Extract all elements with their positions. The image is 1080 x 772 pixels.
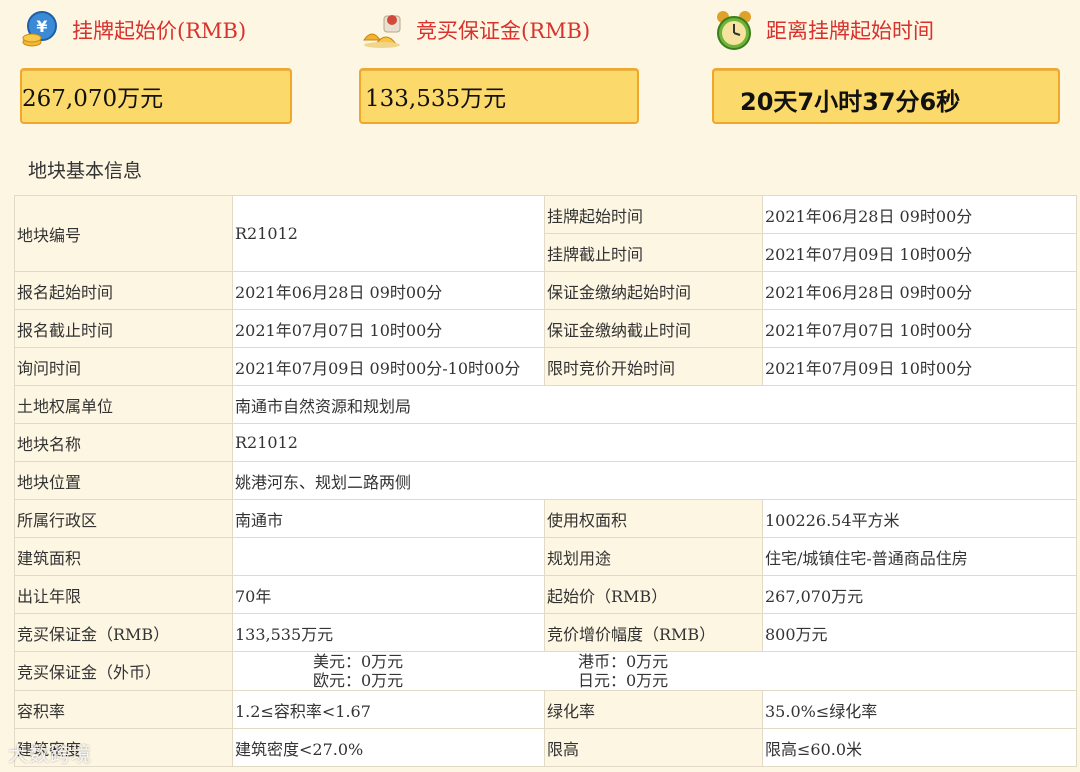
deposit-fx-label: 竞买保证金（外币） bbox=[14, 651, 233, 691]
table-row: 所属行政区 南通市 使用权面积 100226.54平方米 bbox=[14, 499, 1077, 538]
green-value: 35.0%≤绿化率 bbox=[762, 690, 1077, 729]
start-price-header: ¥ 挂牌起始价(RMB) bbox=[18, 8, 246, 52]
deposit-rmb-value: 133,535万元 bbox=[232, 613, 545, 652]
countdown-value: 20天7小时37分6秒 bbox=[740, 87, 961, 116]
listing-end-label: 挂牌截止时间 bbox=[544, 233, 763, 272]
location-label: 地块位置 bbox=[14, 461, 233, 500]
inquiry-label: 询问时间 bbox=[14, 347, 233, 386]
table-row: 建筑面积 规划用途 住宅/城镇住宅-普通商品住房 bbox=[14, 537, 1077, 576]
height-label: 限高 bbox=[544, 728, 763, 767]
deposit-rmb-label: 竞买保证金（RMB） bbox=[14, 613, 233, 652]
listing-end-value: 2021年07月09日 10时00分 bbox=[762, 233, 1077, 272]
location-value: 姚港河东、规划二路两侧 bbox=[232, 461, 1077, 500]
timed-bid-value: 2021年07月09日 10时00分 bbox=[762, 347, 1077, 386]
increment-label: 竞价增价幅度（RMB） bbox=[544, 613, 763, 652]
district-label: 所属行政区 bbox=[14, 499, 233, 538]
inquiry-value: 2021年07月09日 09时00分-10时00分 bbox=[232, 347, 545, 386]
table-row: 出让年限 70年 起始价（RMB） 267,070万元 bbox=[14, 575, 1077, 614]
reg-end-label: 报名截止时间 bbox=[14, 309, 233, 348]
name-label: 地块名称 bbox=[14, 423, 233, 462]
term-value: 70年 bbox=[232, 575, 545, 614]
table-row: 报名截止时间 2021年07月07日 10时00分 保证金缴纳截止时间 2021… bbox=[14, 309, 1077, 348]
deposit-value: 133,535万元 bbox=[365, 86, 507, 112]
reg-start-label: 报名起始时间 bbox=[14, 271, 233, 310]
deposit-pay-start-value: 2021年06月28日 09时00分 bbox=[762, 271, 1077, 310]
countdown-label: 距离挂牌起始时间 bbox=[766, 19, 934, 43]
table-row: 地块编号 R21012 挂牌起始时间 2021年06月28日 09时00分 bbox=[14, 195, 1077, 272]
term-label: 出让年限 bbox=[14, 575, 233, 614]
parcel-no-value: R21012 bbox=[232, 195, 545, 272]
name-value: R21012 bbox=[232, 423, 1077, 462]
build-area-label: 建筑面积 bbox=[14, 537, 233, 576]
district-value: 南通市 bbox=[232, 499, 545, 538]
start-price-label: 挂牌起始价(RMB) bbox=[72, 19, 247, 43]
deposit-pay-end-value: 2021年07月07日 10时00分 bbox=[762, 309, 1077, 348]
timed-bid-label: 限时竞价开始时间 bbox=[544, 347, 763, 386]
deposit-pay-end-label: 保证金缴纳截止时间 bbox=[544, 309, 763, 348]
density-value: 建筑密度<27.0% bbox=[232, 728, 545, 767]
jpy-value: 日元：0万元 bbox=[578, 671, 669, 690]
owner-value: 南通市自然资源和规划局 bbox=[232, 385, 1077, 424]
parcel-info-table: 地块编号 R21012 挂牌起始时间 2021年06月28日 09时00分 挂牌… bbox=[14, 195, 1077, 767]
usd-value: 美元：0万元 bbox=[313, 652, 404, 671]
use-area-value: 100226.54平方米 bbox=[762, 499, 1077, 538]
table-row: 地块名称 R21012 bbox=[14, 423, 1077, 462]
table-row: 竞买保证金（外币） 美元：0万元 港币：0万元 欧元：0万元 日元：0万元 bbox=[14, 651, 1077, 691]
table-row: 容积率 1.2≤容积率<1.67 绿化率 35.0%≤绿化率 bbox=[14, 690, 1077, 729]
plan-use-value: 住宅/城镇住宅-普通商品住房 bbox=[762, 537, 1077, 576]
gold-ingots-icon bbox=[362, 8, 406, 52]
table-row: 询问时间 2021年07月09日 09时00分-10时00分 限时竞价开始时间 … bbox=[14, 347, 1077, 386]
money-coins-icon: ¥ bbox=[18, 8, 62, 52]
svg-text:¥: ¥ bbox=[36, 17, 47, 36]
start-price-row-label: 起始价（RMB） bbox=[544, 575, 763, 614]
table-row: 地块位置 姚港河东、规划二路两侧 bbox=[14, 461, 1077, 500]
plan-use-label: 规划用途 bbox=[544, 537, 763, 576]
countdown-box: 20天7小时37分6秒 bbox=[712, 68, 1060, 124]
listing-start-label: 挂牌起始时间 bbox=[544, 195, 763, 234]
table-row: 报名起始时间 2021年06月28日 09时00分 保证金缴纳起始时间 2021… bbox=[14, 271, 1077, 310]
green-label: 绿化率 bbox=[544, 690, 763, 729]
hkd-value: 港币：0万元 bbox=[578, 652, 669, 671]
far-label: 容积率 bbox=[14, 690, 233, 729]
start-price-row-value: 267,070万元 bbox=[762, 575, 1077, 614]
header-panel: ¥ 挂牌起始价(RMB) 267,070万元 竞买保证金(RMB) 133,53… bbox=[0, 0, 1080, 150]
owner-label: 土地权属单位 bbox=[14, 385, 233, 424]
reg-end-value: 2021年07月07日 10时00分 bbox=[232, 309, 545, 348]
deposit-fx-value: 美元：0万元 港币：0万元 欧元：0万元 日元：0万元 bbox=[232, 651, 1077, 691]
increment-value: 800万元 bbox=[762, 613, 1077, 652]
start-price-box: 267,070万元 bbox=[20, 68, 292, 124]
use-area-label: 使用权面积 bbox=[544, 499, 763, 538]
reg-start-value: 2021年06月28日 09时00分 bbox=[232, 271, 545, 310]
deposit-pay-start-label: 保证金缴纳起始时间 bbox=[544, 271, 763, 310]
parcel-no-label: 地块编号 bbox=[14, 195, 233, 272]
table-row: 土地权属单位 南通市自然资源和规划局 bbox=[14, 385, 1077, 424]
height-value: 限高≤60.0米 bbox=[762, 728, 1077, 767]
table-row: 竞买保证金（RMB） 133,535万元 竞价增价幅度（RMB） 800万元 bbox=[14, 613, 1077, 652]
start-price-value: 267,070万元 bbox=[22, 86, 164, 112]
build-area-value bbox=[232, 537, 545, 576]
section-title: 地块基本信息 bbox=[28, 160, 143, 182]
deposit-header: 竞买保证金(RMB) bbox=[362, 8, 590, 52]
table-row: 建筑密度 建筑密度<27.0% 限高 限高≤60.0米 bbox=[14, 728, 1077, 767]
alarm-clock-icon bbox=[712, 8, 756, 52]
eur-value: 欧元：0万元 bbox=[313, 671, 404, 690]
listing-start-value: 2021年06月28日 09时00分 bbox=[762, 195, 1077, 234]
deposit-box: 133,535万元 bbox=[359, 68, 639, 124]
countdown-header: 距离挂牌起始时间 bbox=[712, 8, 934, 52]
far-value: 1.2≤容积率<1.67 bbox=[232, 690, 545, 729]
watermark: 大数跨境 bbox=[8, 742, 92, 766]
deposit-label: 竞买保证金(RMB) bbox=[416, 19, 591, 43]
